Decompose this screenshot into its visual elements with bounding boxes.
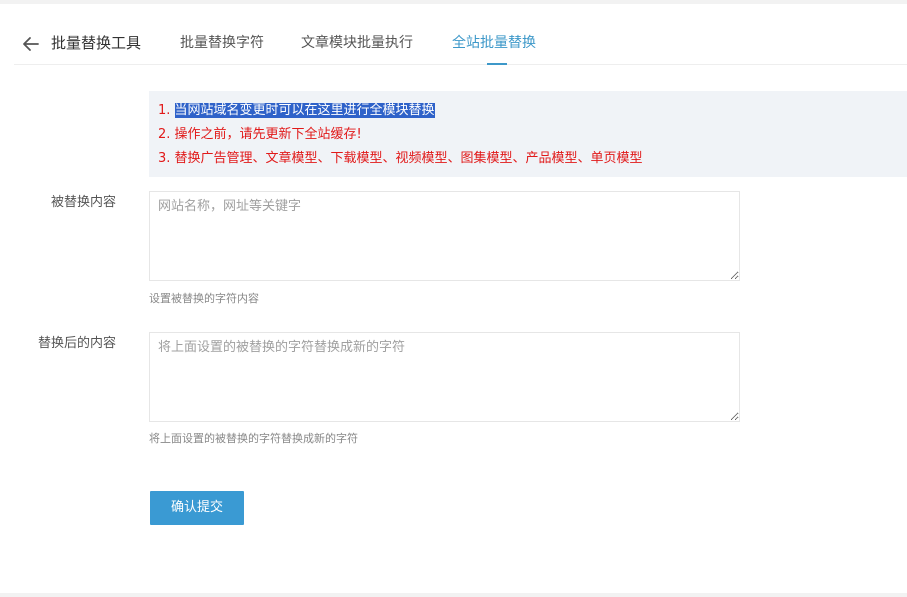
- source-content-hint: 设置被替换的字符内容: [149, 292, 259, 305]
- notice-line-1-prefix: 1.: [158, 103, 175, 118]
- tab-article-module-batch[interactable]: 文章模块批量执行: [301, 32, 413, 54]
- submit-button[interactable]: 确认提交: [150, 491, 244, 525]
- target-content-input[interactable]: [149, 332, 740, 422]
- source-content-input[interactable]: [149, 191, 740, 281]
- notice-line-2: 2. 操作之前，请先更新下全站缓存!: [158, 127, 362, 142]
- notice-line-1: 1. 当网站域名变更时可以在这里进行全模块替换: [158, 99, 907, 123]
- source-content-label: 被替换内容: [50, 195, 116, 210]
- target-content-hint: 将上面设置的被替换的字符替换成新的字符: [149, 432, 358, 445]
- page-title: 批量替换工具: [51, 34, 142, 52]
- header: 批量替换工具 批量替换字符 文章模块批量执行 全站批量替换: [14, 4, 907, 65]
- page: 批量替换工具 批量替换字符 文章模块批量执行 全站批量替换 1. 当网站域名变更…: [0, 4, 907, 593]
- notice-line-1-highlight: 当网站域名变更时可以在这里进行全模块替换: [174, 103, 435, 118]
- notice-box: 1. 当网站域名变更时可以在这里进行全模块替换 2. 操作之前，请先更新下全站缓…: [149, 91, 907, 177]
- tab-site-wide-replace[interactable]: 全站批量替换: [452, 32, 536, 54]
- notice-line-3: 3. 替换广告管理、文章模型、下载模型、视频模型、图集模型、产品模型、单页模型: [158, 151, 643, 166]
- arrow-left-icon[interactable]: [20, 33, 42, 55]
- target-content-label: 替换后的内容: [37, 336, 116, 351]
- active-tab-indicator: [487, 63, 507, 65]
- tab-batch-replace-chars[interactable]: 批量替换字符: [180, 32, 264, 54]
